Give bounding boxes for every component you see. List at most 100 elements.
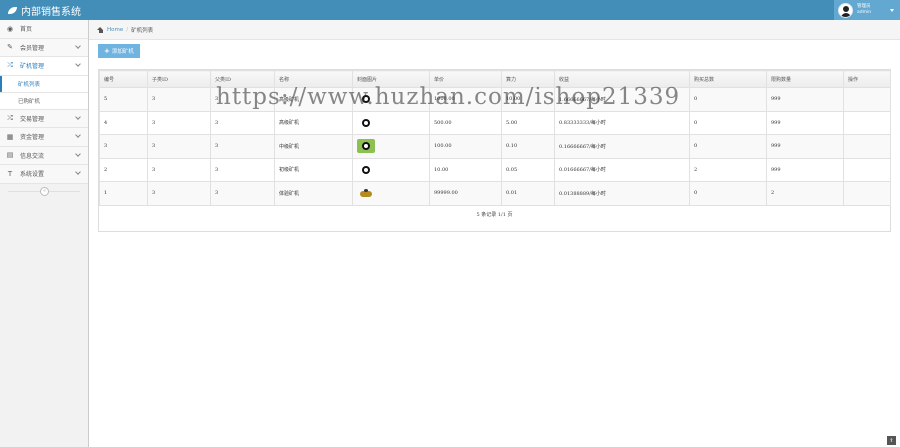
cell-power: 5.00 — [501, 110, 555, 135]
sidebar-item-label: 矿机管理 — [20, 63, 45, 71]
cell-bought: 0 — [689, 134, 767, 159]
cell-parent-id: 3 — [210, 157, 275, 182]
breadcrumb: Home / 矿机列表 — [89, 20, 900, 40]
cell-limit: 999 — [766, 110, 844, 135]
cell-parent-id: 3 — [210, 87, 275, 112]
cell-cover — [352, 181, 430, 206]
cell-power: 0.01 — [501, 181, 555, 206]
cell-cover — [352, 110, 430, 135]
user-menu[interactable]: 管理员 admin — [834, 0, 900, 20]
sidebar-subitem-miner-list[interactable]: 矿机列表 — [0, 75, 88, 93]
cell-name: 体验矿机 — [274, 181, 353, 206]
sidebar-item-label: 信息交流 — [20, 152, 45, 160]
pagination-info: 5 条记录 1/1 页 — [476, 211, 513, 218]
col-header-income: 收益 — [554, 70, 690, 88]
chevron-down-icon — [75, 61, 81, 67]
cell-name: 高级矿机 — [274, 110, 353, 135]
table-row: 2 3 3 初级矿机 10.00 0.05 0.01666667/每小时 2 9… — [99, 157, 891, 182]
app-title: 内部销售系统 — [21, 6, 81, 18]
cell-income: 0.83333333/每小时 — [554, 110, 690, 135]
scroll-to-top-button[interactable]: ⇑ — [887, 436, 896, 445]
panda-thumbnail — [357, 116, 375, 130]
random-icon: ⤮ — [7, 113, 13, 122]
random-icon: ⤮ — [7, 61, 13, 70]
cell-bought: 0 — [689, 181, 767, 206]
plus-icon: + — [104, 46, 110, 55]
cell-id: 1 — [99, 181, 148, 206]
cell-name: 高级矿机 — [274, 87, 353, 112]
miner-table-panel: 编号 子类ID 父类ID 名称 封面图片 单价 算力 收益 购买总数 限购数量 … — [98, 69, 891, 232]
cell-power: 10.00 — [501, 87, 555, 112]
add-miner-label: 添加矿机 — [111, 49, 134, 55]
add-miner-button[interactable]: + 添加矿机 — [98, 44, 140, 58]
breadcrumb-home[interactable]: Home — [107, 27, 123, 33]
col-header-actions: 操作 — [843, 70, 891, 88]
sidebar-item-miners[interactable]: ⤮ 矿机管理 — [0, 57, 88, 76]
chevron-down-icon — [75, 169, 81, 175]
cell-price: 10.00 — [429, 157, 502, 182]
cell-actions — [843, 110, 891, 135]
cell-income: 0.01388889/每小时 — [554, 181, 690, 206]
cell-actions — [843, 181, 891, 206]
sidebar-item-funds[interactable]: ▦ 资金管理 — [0, 128, 88, 147]
cell-power: 0.05 — [501, 157, 555, 182]
cell-income: 0.16666667/每小时 — [554, 134, 690, 159]
breadcrumb-separator: / — [126, 26, 129, 33]
table-row: 5 3 3 高级矿机 1000.00 10.00 1.66666667/每小时 … — [99, 87, 891, 112]
sidebar-item-messages[interactable]: ▤ 信息交流 — [0, 146, 88, 165]
tachometer-icon: ◉ — [6, 24, 14, 33]
user-name: admin — [857, 10, 872, 15]
cell-bought: 2 — [689, 157, 767, 182]
sidebar-item-label: 系统设置 — [20, 171, 45, 179]
cell-id: 3 — [99, 134, 148, 159]
chevron-down-icon — [75, 113, 81, 120]
cell-price: 100.00 — [429, 134, 502, 159]
col-header-cover: 封面图片 — [352, 70, 430, 88]
sidebar-item-trades[interactable]: ⤮ 交易管理 — [0, 109, 88, 128]
top-navbar: 内部销售系统 管理员 admin — [0, 0, 900, 20]
cell-sub-id: 3 — [147, 157, 211, 182]
collapse-sidebar-button[interactable]: « — [40, 186, 49, 196]
cell-sub-id: 3 — [147, 134, 211, 159]
sidebar-item-label: 会员管理 — [20, 44, 45, 52]
table-row: 3 3 3 中级矿机 100.00 0.10 0.16666667/每小时 0 … — [99, 134, 891, 159]
cell-cover — [352, 87, 430, 112]
list-icon: ▤ — [6, 151, 14, 160]
cell-sub-id: 3 — [147, 181, 211, 206]
sidebar-item-home[interactable]: ◉ 首页 — [0, 20, 88, 39]
panda-thumbnail — [357, 163, 375, 177]
cell-income: 1.66666667/每小时 — [554, 87, 690, 112]
cell-id: 5 — [99, 87, 148, 112]
user-info: 管理员 admin — [857, 4, 871, 16]
col-header-price: 单价 — [429, 70, 502, 88]
cell-parent-id: 3 — [210, 181, 275, 206]
cell-actions — [843, 134, 891, 159]
col-header-parent-id: 父类ID — [210, 70, 275, 88]
edit-icon: ✎ — [7, 43, 13, 52]
cell-limit: 999 — [766, 87, 844, 112]
table-header-row: 编号 子类ID 父类ID 名称 封面图片 单价 算力 收益 购买总数 限购数量 … — [99, 70, 891, 88]
cell-power: 0.10 — [501, 134, 555, 159]
sidebar-item-members[interactable]: ✎ 会员管理 — [0, 38, 88, 57]
cell-sub-id: 3 — [147, 87, 211, 112]
sidebar-item-label: 首页 — [20, 26, 33, 34]
cell-bought: 0 — [689, 110, 767, 135]
col-header-id: 编号 — [99, 70, 148, 88]
sidebar-item-settings[interactable]: T 系统设置 — [0, 165, 88, 184]
chevron-down-icon — [75, 150, 81, 157]
table-row: 4 3 3 高级矿机 500.00 5.00 0.83333333/每小时 0 … — [99, 110, 891, 135]
breadcrumb-current: 矿机列表 — [131, 27, 154, 34]
cell-price: 500.00 — [429, 110, 502, 135]
cell-actions — [843, 87, 891, 112]
calendar-icon: ▦ — [6, 132, 14, 141]
sidebar-subitem-purchased[interactable]: 已购矿机 — [0, 92, 88, 110]
cell-id: 2 — [99, 157, 148, 182]
cell-parent-id: 3 — [210, 110, 275, 135]
cell-cover — [352, 157, 430, 182]
sidebar-item-label: 交易管理 — [20, 115, 45, 123]
brand[interactable]: 内部销售系统 — [8, 3, 81, 18]
cell-parent-id: 3 — [210, 134, 275, 159]
cell-income: 0.01666667/每小时 — [554, 157, 690, 182]
sidebar-item-label: 资金管理 — [20, 134, 45, 142]
cell-cover — [352, 134, 430, 159]
